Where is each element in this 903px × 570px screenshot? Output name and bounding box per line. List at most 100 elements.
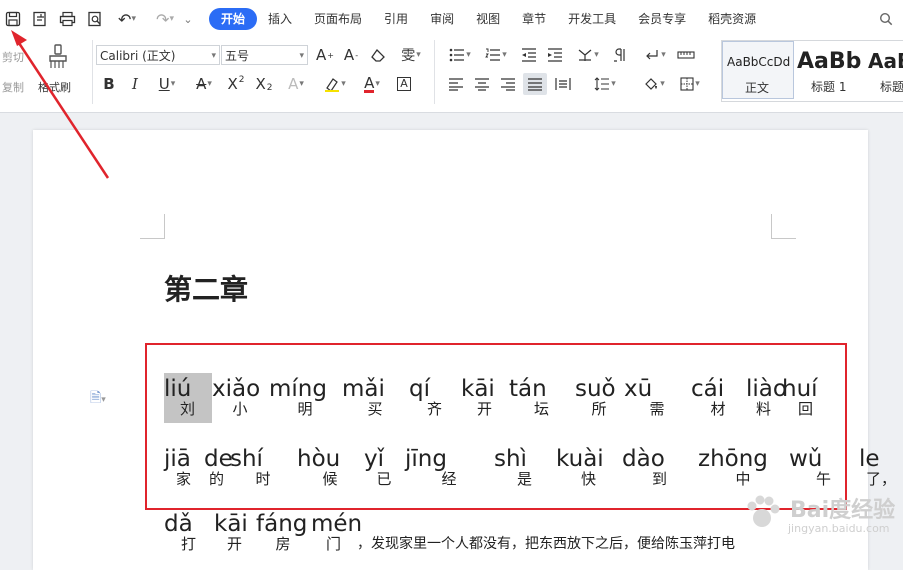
font-color-icon: A <box>364 73 375 93</box>
tab-section[interactable]: 章节 <box>511 8 557 30</box>
highlighter-icon <box>325 78 340 92</box>
ruby-unit[interactable]: mén 门 <box>311 508 362 558</box>
watermark: Bai度经验 jingyan.baidu.com <box>740 490 900 540</box>
chevron-down-icon: ▾ <box>416 50 421 60</box>
text-effect-button[interactable]: A ▾ <box>281 73 311 95</box>
ruby-unit[interactable]: fáng 房 <box>256 508 311 558</box>
ruby-unit[interactable]: dǎ 打 <box>164 508 214 558</box>
chevron-down-icon: ▾ <box>170 79 176 89</box>
underline-button[interactable]: U ▾ <box>150 73 184 95</box>
tab-review[interactable]: 审阅 <box>419 8 465 30</box>
save-icon[interactable] <box>3 9 23 29</box>
chevron-down-icon: ▾ <box>660 79 665 89</box>
align-center-svg <box>475 78 489 91</box>
crop-mark <box>140 214 165 239</box>
tab-view[interactable]: 视图 <box>465 8 511 30</box>
chevron-down-icon: ▾ <box>661 50 666 60</box>
increase-font-icon[interactable]: A + <box>313 44 337 66</box>
undo-button[interactable]: ↶ ▾ <box>112 9 142 29</box>
line-break-button[interactable]: ▾ <box>639 44 671 66</box>
underline-icon: U <box>158 75 170 93</box>
phonetic-guide-icon[interactable]: 雯 ▾ <box>395 44 427 66</box>
cut-button[interactable]: 剪切 <box>2 49 24 65</box>
font-size-select[interactable]: 五号 ▾ <box>221 45 308 65</box>
redo-icon: ↷ <box>156 9 170 29</box>
hanzi-text: 了， <box>866 470 897 488</box>
style-normal-sample: AaBbCcDd <box>727 55 791 69</box>
chinese-layout-button[interactable]: ▾ <box>572 44 604 66</box>
print-icon[interactable] <box>57 9 77 29</box>
output-pdf-icon[interactable] <box>30 9 50 29</box>
search-icon[interactable] <box>879 8 903 30</box>
numbering-button[interactable]: ▾ <box>481 44 511 66</box>
chapter-heading[interactable]: 第二章 <box>164 268 248 308</box>
style-heading2[interactable]: AaB 标题 <box>868 41 903 99</box>
subscript-button[interactable]: X2 <box>252 73 276 95</box>
tab-developer[interactable]: 开发工具 <box>557 8 627 30</box>
tab-page-layout[interactable]: 页面布局 <box>303 8 373 30</box>
save-icon-svg <box>5 11 21 27</box>
align-right-icon[interactable] <box>497 73 519 95</box>
hanzi-text: 打 <box>181 535 197 553</box>
line-spacing-button[interactable]: ▾ <box>589 73 621 95</box>
paint-bucket-icon <box>645 78 658 90</box>
superscript-button[interactable]: X2 <box>224 73 248 95</box>
customize-toolbar-icon[interactable]: ⌄ <box>181 9 195 29</box>
chevron-down-icon: ▾ <box>299 79 304 89</box>
tab-docer[interactable]: 稻壳资源 <box>697 8 767 30</box>
align-center-icon[interactable] <box>471 73 493 95</box>
redo-button[interactable]: ↷ ▾ <box>150 9 180 29</box>
chevron-down-icon: ▾ <box>594 50 599 60</box>
group-divider <box>434 40 435 104</box>
chevron-down-icon: ▾ <box>502 50 507 60</box>
char-border-button[interactable]: A <box>393 73 415 95</box>
style-normal[interactable]: AaBbCcDd 正文 <box>722 41 794 99</box>
ruby-unit[interactable]: le 了， <box>859 443 896 493</box>
decrease-indent-icon[interactable] <box>518 44 540 66</box>
chevron-down-icon: ▾ <box>695 79 700 89</box>
font-size-value: 五号 <box>225 49 250 63</box>
justify-icon[interactable] <box>523 73 547 95</box>
tab-references[interactable]: 引用 <box>373 8 419 30</box>
table-grid-icon[interactable] <box>674 44 698 66</box>
distributed-align-icon[interactable] <box>551 73 575 95</box>
indent-svg <box>548 48 562 62</box>
chevron-down-icon: ▾ <box>207 79 212 89</box>
undo-icon: ↶ <box>118 9 132 29</box>
chevron-down-icon: ▾ <box>341 79 346 89</box>
tab-home[interactable]: 开始 <box>209 8 258 30</box>
strikethrough-button[interactable]: A ▾ <box>188 73 220 95</box>
hanzi-text: 门 <box>326 535 342 553</box>
show-hide-marks-icon[interactable] <box>610 44 632 66</box>
font-color-button[interactable]: A ▾ <box>356 73 388 95</box>
justify-svg <box>528 78 542 91</box>
borders-button[interactable]: ▾ <box>674 73 706 95</box>
tab-insert[interactable]: 插入 <box>257 8 303 30</box>
chevron-down-icon: ▾ <box>611 79 616 89</box>
align-left-icon[interactable] <box>445 73 467 95</box>
copy-button[interactable]: 复制 <box>2 79 24 95</box>
bullets-button[interactable]: ▾ <box>445 44 475 66</box>
ruby-unit[interactable]: kāi 开 <box>214 508 256 558</box>
decrease-font-icon[interactable]: A- <box>339 44 363 66</box>
chevron-down-icon: ▾ <box>375 79 380 89</box>
shading-button[interactable]: ▾ <box>638 73 670 95</box>
chinese-layout-icon <box>578 49 592 61</box>
output-pdf-icon-svg <box>33 11 46 27</box>
tab-member[interactable]: 会员专享 <box>627 8 697 30</box>
ruby-line-3[interactable]: ，发现家里一个人都没有，把东西放下之后，便给陈玉萍打电 dǎ 打 kāi 开 fáng 房… <box>164 508 804 558</box>
increase-indent-icon[interactable] <box>544 44 566 66</box>
style-heading1-sample: AaBb <box>797 49 862 74</box>
annotation-box <box>145 343 847 510</box>
clear-format-icon[interactable] <box>367 44 391 66</box>
style-heading1[interactable]: AaBb 标题 1 <box>795 41 867 99</box>
chevron-down-icon: ▾ <box>101 395 106 405</box>
italic-button[interactable]: I <box>124 73 146 95</box>
font-name-select[interactable]: Calibri (正文) ▾ <box>96 45 220 65</box>
format-painter-icon[interactable] <box>42 44 74 72</box>
paragraph-handle-icon[interactable]: 🗎▾ <box>90 387 106 411</box>
print-preview-icon[interactable] <box>85 9 105 29</box>
format-painter-label[interactable]: 格式刷 <box>38 79 71 95</box>
bold-button[interactable]: B <box>98 73 120 95</box>
highlight-button[interactable]: ▾ <box>318 73 352 95</box>
